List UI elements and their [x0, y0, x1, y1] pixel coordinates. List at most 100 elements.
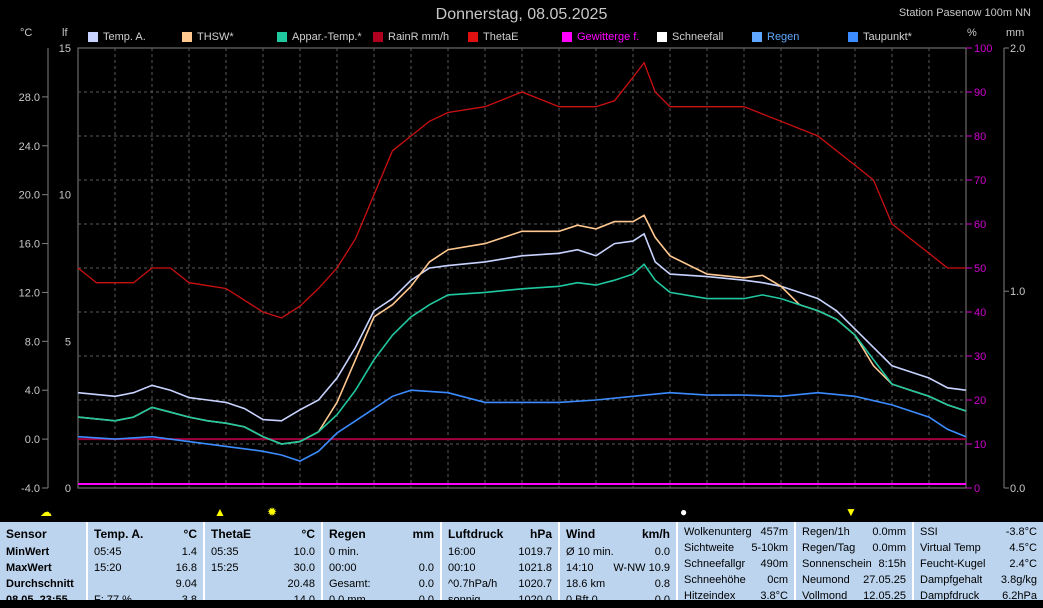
table-row: 0 Bft 0 0.0	[566, 592, 670, 608]
temp-tick-label: 16.0	[19, 239, 40, 251]
cell-value: 457m	[760, 526, 788, 538]
temp-tick-label: 28.0	[19, 92, 40, 104]
cell-label: Gesamt:	[329, 578, 371, 590]
percent-tick-label: 20	[974, 395, 986, 407]
cell-value: 12.05.25	[863, 590, 906, 602]
table-row: ^0.7hPa/h 1020.7	[448, 576, 552, 592]
cell-value: 6.2hPa	[1002, 590, 1037, 602]
column-unit: °C	[183, 527, 197, 541]
table-row: sonnig 1020.0	[448, 592, 552, 608]
percent-tick-label: 60	[974, 219, 986, 231]
column-title: Luftdruck	[448, 527, 504, 541]
table-row: SSI -3.8°C	[920, 524, 1037, 540]
cell-value: 1020.0	[518, 594, 552, 606]
table-row: 18.6 km 0.8	[566, 576, 670, 592]
mm-tick-label: 1.0	[1010, 286, 1025, 298]
table-row: 14.0	[211, 592, 315, 608]
sunrise-icon: ▲	[214, 505, 226, 519]
table-row: Neumond 27.05.25	[802, 572, 906, 588]
column-unit: km/h	[641, 527, 670, 541]
table-row: 05:35 10.0	[211, 544, 315, 560]
table-row: 0 min.	[329, 544, 434, 560]
clouds-column: Wolkenunterg 457m Sichtweite 5-10km Schneefa…	[678, 522, 796, 602]
column-title: Regen	[329, 527, 366, 541]
cell-label: Neumond	[802, 574, 850, 586]
table-row: 0.0 mm 0.0	[329, 592, 434, 608]
table-row: 05:45 1.4	[94, 544, 197, 560]
table-row: Sichtweite 5-10km	[684, 540, 788, 556]
table-row: Ø 10 min. 0.0	[566, 544, 670, 560]
table-row: Feucht-Kugel 2.4°C	[920, 556, 1037, 572]
cell-label: Schneefallgr	[684, 558, 746, 570]
cell-label: 05:35	[211, 546, 239, 558]
cell-label: Regen/Tag	[802, 542, 856, 554]
percent-tick-label: 80	[974, 131, 986, 143]
cell-value: 0.0mm	[872, 526, 906, 538]
cell-label: Hitzeindex	[684, 590, 736, 602]
cell-value: 4.5°C	[1009, 542, 1037, 554]
cell-value: 490m	[760, 558, 788, 570]
table-row: 00:00 0.0	[329, 560, 434, 576]
cell-label: Feucht-Kugel	[920, 558, 986, 570]
cell-value: 16.8	[175, 562, 197, 574]
table-row: 16:00 1019.7	[448, 544, 552, 560]
cell-label: 14:10	[566, 562, 594, 574]
cell-label: sonnig	[448, 594, 481, 606]
cell-value: 1.4	[181, 546, 197, 558]
cell-value: 0.0	[418, 578, 434, 590]
lf-tick-label: 0	[65, 483, 71, 495]
luftdruck-column: Luftdruck hPa 16:00 1019.7 00:10 1021.8 ^0.7hP…	[442, 522, 560, 606]
percent-tick-label: 100	[974, 43, 992, 55]
cell-value: 1019.7	[518, 546, 552, 558]
cell-label: Wolkenunterg	[684, 526, 752, 538]
row-label: MaxWert	[6, 562, 52, 574]
column-title: ThetaE	[211, 527, 252, 541]
wind-column: Wind km/h Ø 10 min. 0.0 14:10 W-NW 10.9 18.6 k…	[560, 522, 678, 606]
cell-value: 14.0	[293, 594, 315, 606]
percent-tick-label: 50	[974, 263, 986, 275]
cell-label: SSI	[920, 526, 938, 538]
table-row: Schneefallgr 490m	[684, 556, 788, 572]
sun-cloud-icon: ☁	[40, 505, 52, 519]
temp-tick-label: 20.0	[19, 190, 40, 202]
column-header: Temp. A. °C	[94, 524, 197, 544]
cell-label: 15:25	[211, 562, 239, 574]
astro-icons: ☁ ▲ ✹ ● ▼	[0, 505, 1043, 521]
cell-value: 8:15h	[878, 558, 906, 570]
cell-value: 5-10km	[751, 542, 788, 554]
temp-tick-label: 8.0	[25, 336, 40, 348]
table-row: Regen/Tag 0.0mm	[802, 540, 906, 556]
column-title: Temp. A.	[94, 527, 144, 541]
cell-value: 1020.7	[518, 578, 552, 590]
percent-tick-label: 40	[974, 307, 986, 319]
row-label: Durchschnitt	[6, 578, 74, 590]
sun-icon: ✹	[267, 505, 278, 519]
column-unit: hPa	[529, 527, 552, 541]
percent-tick-label: 30	[974, 351, 986, 363]
rain-sun-column: Regen/1h 0.0mm Regen/Tag 0.0mm Sonnenschein 8…	[796, 522, 914, 602]
weather-chart: 28.024.020.016.012.08.04.00.0-4.01510501…	[19, 43, 1026, 495]
sensor-column: Sensor MinWert MaxWert Durchschnitt 08.0…	[0, 522, 88, 606]
column-unit: °C	[301, 527, 315, 541]
table-row: Dampfdruck 6.2hPa	[920, 588, 1037, 604]
table-row: Sonnenschein 8:15h	[802, 556, 906, 572]
table-row: Schneehöhe 0cm	[684, 572, 788, 588]
cell-value: 10.0	[293, 546, 315, 558]
cell-value: 20.48	[287, 578, 315, 590]
table-row: 14:10 W-NW 10.9	[566, 560, 670, 576]
cell-value: 0.0	[418, 594, 434, 606]
lf-tick-label: 10	[59, 190, 71, 202]
thetae-column: ThetaE °C 05:35 10.0 15:25 30.0 20.48 14.0	[205, 522, 323, 606]
table-row: Vollmond 12.05.25	[802, 588, 906, 604]
temp-tick-label: -4.0	[21, 483, 40, 495]
cell-label: Dampfgehalt	[920, 574, 983, 586]
cell-label: Schneehöhe	[684, 574, 746, 586]
table-row: Wolkenunterg 457m	[684, 524, 788, 540]
cell-label: 05:45	[94, 546, 122, 558]
table-row: Hitzeindex 3.8°C	[684, 588, 788, 604]
cell-value: W-NW 10.9	[613, 562, 670, 574]
percent-tick-label: 90	[974, 87, 986, 99]
sensor-header: Sensor	[6, 527, 47, 541]
temp-column: Temp. A. °C 05:45 1.4 15:20 16.8 9.04 F: 77 % 3.…	[88, 522, 205, 606]
cell-label: Sichtweite	[684, 542, 735, 554]
